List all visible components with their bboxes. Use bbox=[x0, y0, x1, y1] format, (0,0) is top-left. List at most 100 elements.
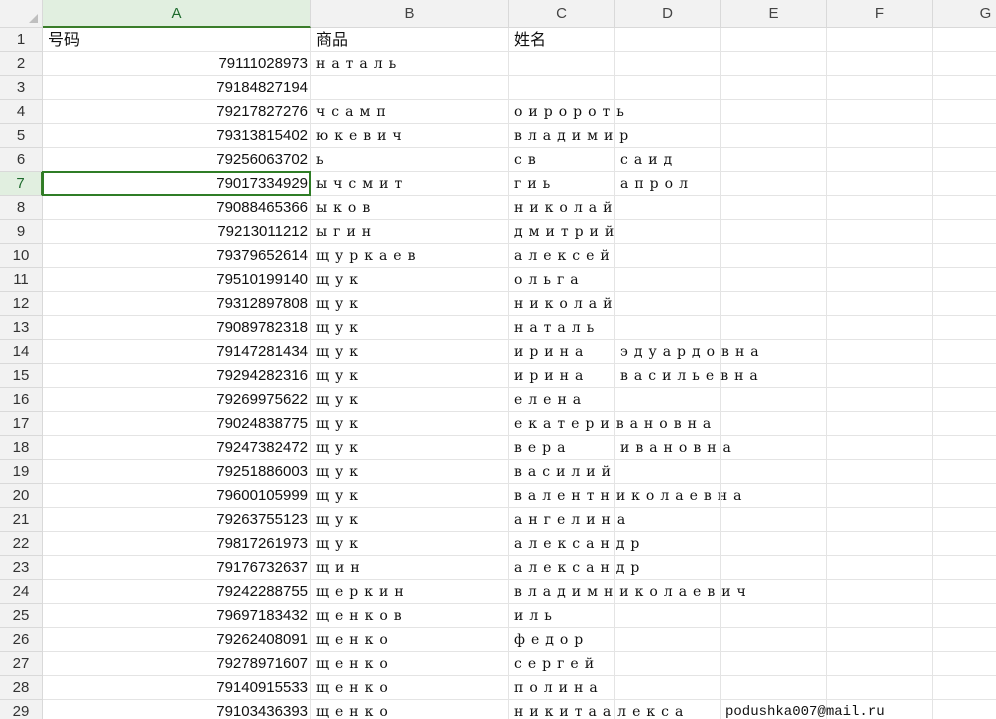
cell-phone[interactable]: 79510199140 bbox=[43, 268, 311, 292]
cell[interactable] bbox=[721, 532, 827, 556]
cell-phone[interactable]: 79251886003 bbox=[43, 460, 311, 484]
cell-phone[interactable]: 79111028973 bbox=[43, 52, 311, 76]
cell-name-extra[interactable] bbox=[615, 556, 721, 580]
cell-product[interactable]: ыгин bbox=[311, 220, 509, 244]
cell[interactable] bbox=[721, 508, 827, 532]
column-header-d[interactable]: D bbox=[615, 0, 721, 28]
cell[interactable] bbox=[827, 460, 933, 484]
cell[interactable] bbox=[721, 316, 827, 340]
cell-product[interactable] bbox=[311, 76, 509, 100]
cell-phone[interactable]: 79600105999 bbox=[43, 484, 311, 508]
row-header[interactable]: 8 bbox=[0, 196, 43, 220]
cell[interactable] bbox=[721, 220, 827, 244]
cell-product[interactable]: наталь bbox=[311, 52, 509, 76]
cell-product[interactable]: щин bbox=[311, 556, 509, 580]
cell[interactable] bbox=[933, 172, 996, 196]
cell-name[interactable]: никитаалекса bbox=[509, 700, 683, 719]
cell-product[interactable]: щук bbox=[311, 532, 509, 556]
cell[interactable] bbox=[827, 364, 933, 388]
cell-phone[interactable]: 79269975622 bbox=[43, 388, 311, 412]
cell-product[interactable]: щук bbox=[311, 316, 509, 340]
cell[interactable] bbox=[827, 124, 933, 148]
row-header[interactable]: 19 bbox=[0, 460, 43, 484]
cell-c-header[interactable]: 姓名 bbox=[509, 28, 615, 52]
cell-name-extra[interactable] bbox=[615, 388, 721, 412]
cell[interactable] bbox=[827, 268, 933, 292]
cell-b-header[interactable]: 商品 bbox=[311, 28, 509, 52]
cell-phone[interactable]: 79088465366 bbox=[43, 196, 311, 220]
cell-phone[interactable]: 79213011212 bbox=[43, 220, 311, 244]
cell-name-extra[interactable] bbox=[615, 244, 721, 268]
cell[interactable] bbox=[933, 628, 996, 652]
row-header[interactable]: 27 bbox=[0, 652, 43, 676]
cell-name[interactable]: св bbox=[509, 148, 615, 172]
cell[interactable] bbox=[933, 508, 996, 532]
row-header[interactable]: 23 bbox=[0, 556, 43, 580]
cell-product[interactable]: щук bbox=[311, 460, 509, 484]
cell-name-extra[interactable]: ивановна bbox=[615, 436, 731, 460]
cell[interactable] bbox=[827, 388, 933, 412]
cell[interactable] bbox=[721, 604, 827, 628]
cell[interactable] bbox=[827, 340, 933, 364]
cell[interactable] bbox=[721, 388, 827, 412]
row-header[interactable]: 21 bbox=[0, 508, 43, 532]
cell[interactable] bbox=[721, 628, 827, 652]
cell-product[interactable]: щук bbox=[311, 388, 509, 412]
cell[interactable] bbox=[721, 652, 827, 676]
row-header[interactable]: 16 bbox=[0, 388, 43, 412]
cell[interactable] bbox=[827, 76, 933, 100]
cell[interactable] bbox=[933, 484, 996, 508]
cell-product[interactable]: юкевич bbox=[311, 124, 509, 148]
cell-phone[interactable]: 79184827194 bbox=[43, 76, 311, 100]
cell-name-extra[interactable] bbox=[615, 508, 721, 532]
cell-name-extra[interactable] bbox=[615, 52, 721, 76]
column-header-f[interactable]: F bbox=[827, 0, 933, 28]
cell-phone[interactable]: 79017334929 bbox=[43, 172, 311, 196]
cell-phone[interactable]: 79312897808 bbox=[43, 292, 311, 316]
row-header[interactable]: 12 bbox=[0, 292, 43, 316]
row-header[interactable]: 6 bbox=[0, 148, 43, 172]
column-header-e[interactable]: E bbox=[721, 0, 827, 28]
cell[interactable] bbox=[827, 292, 933, 316]
cell[interactable] bbox=[933, 52, 996, 76]
column-header-b[interactable]: B bbox=[311, 0, 509, 28]
row-header[interactable]: 3 bbox=[0, 76, 43, 100]
cell-email[interactable]: podushka007@mail.ru bbox=[721, 700, 885, 719]
cell-name[interactable]: федор bbox=[509, 628, 615, 652]
cell[interactable] bbox=[827, 196, 933, 220]
cell-name[interactable]: алексей bbox=[509, 244, 615, 268]
cell[interactable] bbox=[827, 604, 933, 628]
cell-name-extra[interactable]: васильевна bbox=[615, 364, 758, 388]
cell-phone[interactable]: 79256063702 bbox=[43, 148, 311, 172]
cell-product[interactable]: щенко bbox=[311, 652, 509, 676]
cell-name[interactable]: екатеривановна bbox=[509, 412, 711, 436]
cell[interactable] bbox=[721, 436, 827, 460]
cell-name[interactable]: александр bbox=[509, 532, 639, 556]
cell[interactable] bbox=[721, 292, 827, 316]
cell[interactable] bbox=[933, 220, 996, 244]
cell-name[interactable]: дмитрий bbox=[509, 220, 615, 244]
cell[interactable] bbox=[933, 580, 996, 604]
row-header[interactable]: 29 bbox=[0, 700, 43, 719]
cell[interactable] bbox=[721, 412, 827, 436]
cell-phone[interactable]: 79379652614 bbox=[43, 244, 311, 268]
cell[interactable] bbox=[827, 52, 933, 76]
row-header[interactable]: 14 bbox=[0, 340, 43, 364]
row-header[interactable]: 17 bbox=[0, 412, 43, 436]
column-header-a[interactable]: A bbox=[43, 0, 311, 28]
cell[interactable] bbox=[933, 532, 996, 556]
cell-name-extra[interactable] bbox=[615, 676, 721, 700]
cell-a-header[interactable]: 号码 bbox=[43, 28, 311, 52]
cell[interactable] bbox=[933, 244, 996, 268]
cell[interactable] bbox=[827, 556, 933, 580]
cell-name-extra[interactable] bbox=[615, 460, 721, 484]
row-header[interactable]: 25 bbox=[0, 604, 43, 628]
cell-name-extra[interactable] bbox=[615, 484, 721, 508]
cell[interactable] bbox=[933, 316, 996, 340]
cell-name-extra[interactable] bbox=[615, 316, 721, 340]
cell-name-extra[interactable] bbox=[615, 412, 721, 436]
row-header[interactable]: 15 bbox=[0, 364, 43, 388]
cell-phone[interactable]: 79247382472 bbox=[43, 436, 311, 460]
cell[interactable] bbox=[933, 388, 996, 412]
cell[interactable] bbox=[721, 52, 827, 76]
